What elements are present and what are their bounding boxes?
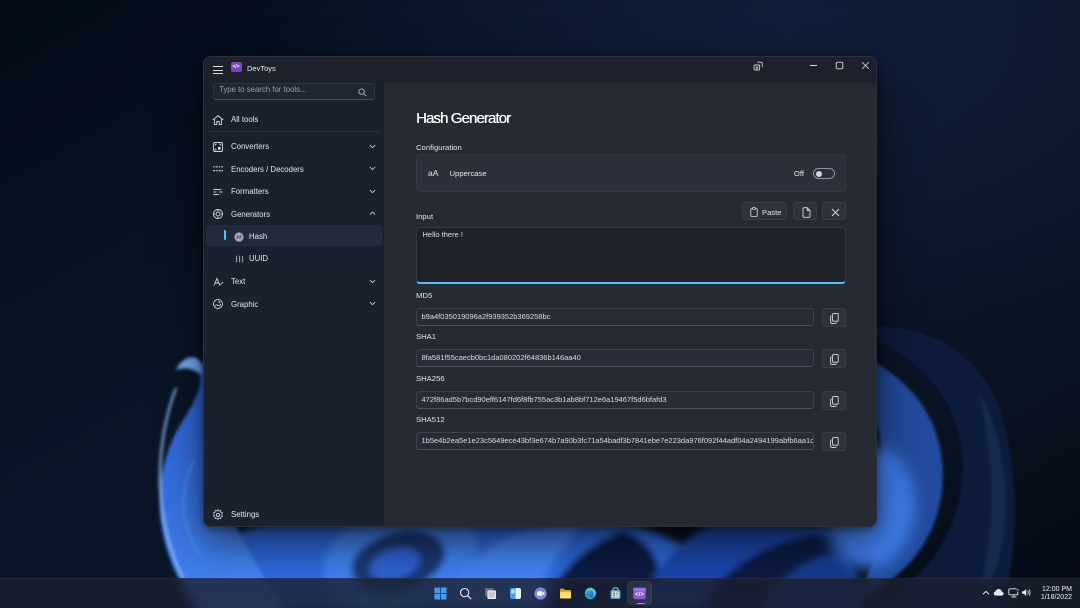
- svg-text:</>: </>: [635, 591, 644, 598]
